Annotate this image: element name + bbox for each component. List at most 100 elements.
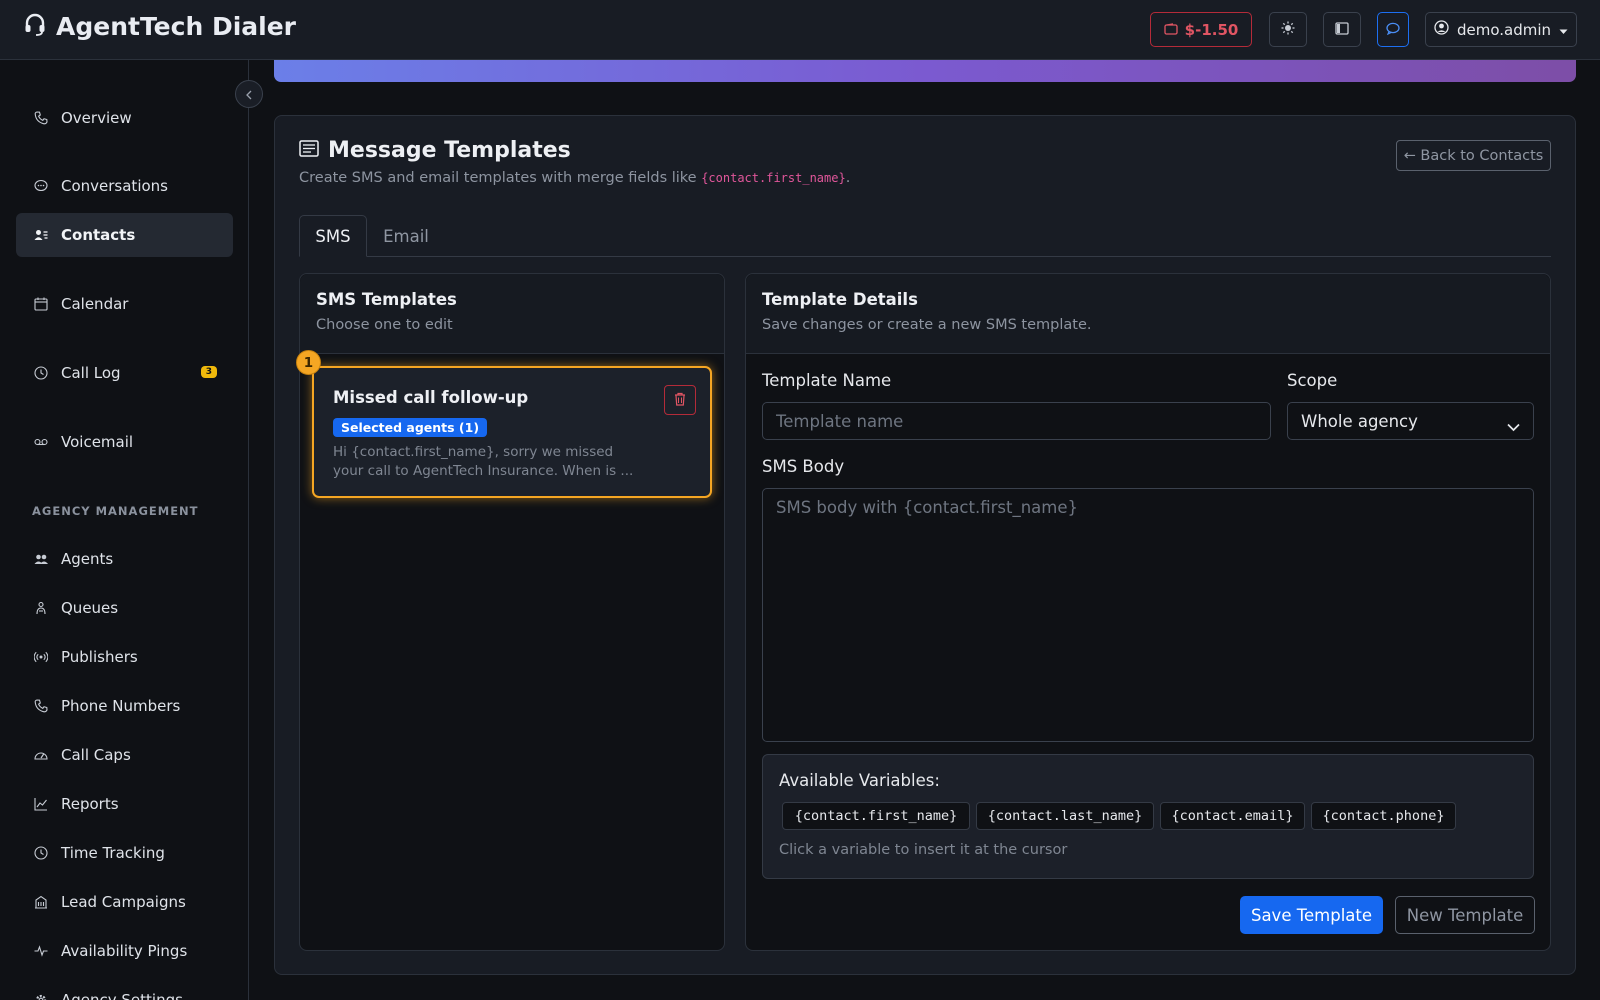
chat-button[interactable] (1377, 12, 1409, 47)
sidebar-item-call-log[interactable]: Call Log 3 (16, 351, 233, 395)
chevron-left-icon (245, 85, 253, 104)
sms-body-textarea[interactable] (762, 488, 1534, 742)
sidebar-item-label: Voicemail (61, 433, 134, 451)
sidebar-item-label: Time Tracking (61, 844, 165, 862)
chevron-down-icon (1507, 417, 1520, 436)
sidebar-item-voicemail[interactable]: Voicemail (16, 420, 233, 464)
delete-template-button[interactable] (664, 385, 696, 415)
gear-icon (34, 993, 48, 1000)
variable-chip[interactable]: {contact.phone} (1311, 802, 1456, 830)
calendar-icon (34, 297, 48, 311)
sidebar-item-label: Call Caps (61, 746, 131, 764)
sidebar-item-overview[interactable]: Overview (16, 96, 233, 140)
variable-chip[interactable]: {contact.first_name} (782, 802, 970, 830)
sidebar-item-agency-settings[interactable]: Agency Settings (16, 978, 233, 1000)
template-details-subtitle: Save changes or create a new SMS templat… (762, 317, 1092, 333)
available-variables-title: Available Variables: (779, 771, 940, 790)
merge-field-example: {contact.first_name} (701, 171, 846, 185)
clock-icon (34, 366, 48, 380)
sidebar-item-contacts[interactable]: Contacts (16, 213, 233, 257)
sidebar-item-label: Call Log (61, 364, 121, 382)
template-number-marker: 1 (296, 350, 321, 375)
sidebar-item-time-tracking[interactable]: Time Tracking (16, 831, 233, 875)
sidebar-item-label: Reports (61, 795, 119, 813)
template-scope-badge: Selected agents (1) (333, 418, 488, 437)
sidebar-item-label: Phone Numbers (61, 697, 181, 715)
back-to-contacts-button[interactable]: ← Back to Contacts (1396, 140, 1551, 171)
save-template-button[interactable]: Save Template (1240, 896, 1383, 934)
template-name-label: Template Name (762, 371, 892, 390)
sidebar-item-label: Agents (61, 550, 114, 568)
variable-chip[interactable]: {contact.email} (1160, 802, 1305, 830)
template-name-input[interactable] (762, 402, 1271, 440)
sidebar-item-call-caps[interactable]: Call Caps (16, 733, 233, 777)
variables-hint: Click a variable to insert it at the cur… (779, 842, 1068, 858)
scope-select[interactable]: Whole agency (1287, 402, 1534, 440)
sidebar-item-label: Publishers (61, 648, 138, 666)
phone-icon (34, 699, 48, 713)
building-icon (34, 895, 48, 909)
sms-templates-subtitle: Choose one to edit (316, 317, 453, 333)
tab-email[interactable]: Email (372, 215, 440, 257)
scope-label: Scope (1287, 371, 1338, 390)
gauge-icon (34, 748, 48, 762)
chart-icon (34, 797, 48, 811)
variable-chip[interactable]: {contact.last_name} (976, 802, 1154, 830)
balance-value: $-1.50 (1184, 20, 1239, 39)
sidebar-item-label: Overview (61, 109, 132, 127)
sms-templates-title: SMS Templates (316, 290, 457, 309)
headset-icon (24, 13, 46, 41)
sidebar-item-availability-pings[interactable]: Availability Pings (16, 929, 233, 973)
sms-templates-header: SMS Templates Choose one to edit (300, 274, 724, 354)
caret-down-icon (1559, 21, 1568, 39)
page-title-text: Message Templates (328, 138, 571, 163)
sidebar-collapse-button[interactable] (235, 80, 263, 108)
phone-icon (34, 111, 48, 125)
theme-toggle-button[interactable] (1269, 12, 1307, 47)
chat-icon (1386, 20, 1400, 39)
sidebar-item-label: Conversations (61, 177, 168, 195)
scope-selected-value: Whole agency (1301, 412, 1418, 431)
tab-sms[interactable]: SMS (299, 215, 367, 257)
contacts-icon (34, 228, 48, 242)
sidebar-item-phone-numbers[interactable]: Phone Numbers (16, 684, 233, 728)
wallet-icon (1164, 21, 1178, 39)
template-name: Missed call follow-up (333, 388, 529, 407)
sun-icon (1281, 20, 1295, 39)
sidebar-item-queues[interactable]: Queues (16, 586, 233, 630)
chat-icon (34, 179, 48, 193)
sidebar-item-label: Calendar (61, 295, 129, 313)
subtitle-text: Create SMS and email templates with merg… (299, 170, 702, 186)
voicemail-icon (34, 435, 48, 449)
new-template-button[interactable]: New Template (1395, 896, 1535, 934)
header-gradient-banner (274, 60, 1576, 82)
sidebar-item-calendar[interactable]: Calendar (16, 282, 233, 326)
template-details-header: Template Details Save changes or create … (746, 274, 1550, 354)
call-log-count-badge: 3 (200, 366, 217, 378)
sidebar-item-label: Contacts (61, 226, 136, 244)
sidebar-item-lead-campaigns[interactable]: Lead Campaigns (16, 880, 233, 924)
people-icon (34, 552, 48, 566)
sidebar-item-publishers[interactable]: Publishers (16, 635, 233, 679)
agency-management-heading: AGENCY MANAGEMENT (32, 504, 199, 518)
template-list-item[interactable]: Missed call follow-up Selected agents (1… (312, 366, 712, 498)
queue-icon (34, 601, 48, 615)
trash-icon (674, 391, 686, 410)
clock-icon (34, 846, 48, 860)
sidebar-item-agents[interactable]: Agents (16, 537, 233, 581)
sidebar-item-label: Agency Settings (61, 991, 183, 1000)
brand[interactable]: AgentTech Dialer (24, 12, 296, 41)
top-bar: AgentTech Dialer $-1.50 demo.admin (0, 0, 1600, 60)
balance-button[interactable]: $-1.50 (1150, 12, 1252, 47)
tabs-divider (299, 256, 1551, 257)
app-title: AgentTech Dialer (56, 12, 297, 41)
sidebar-item-reports[interactable]: Reports (16, 782, 233, 826)
page-subtitle: Create SMS and email templates with merg… (299, 170, 850, 186)
user-menu-button[interactable]: demo.admin (1425, 12, 1577, 47)
subtitle-suffix: . (845, 170, 851, 186)
broadcast-icon (34, 650, 48, 664)
pulse-icon (34, 944, 48, 958)
user-circle-icon (1434, 20, 1449, 39)
layout-toggle-button[interactable] (1323, 12, 1361, 47)
sidebar-item-conversations[interactable]: Conversations (16, 164, 233, 208)
